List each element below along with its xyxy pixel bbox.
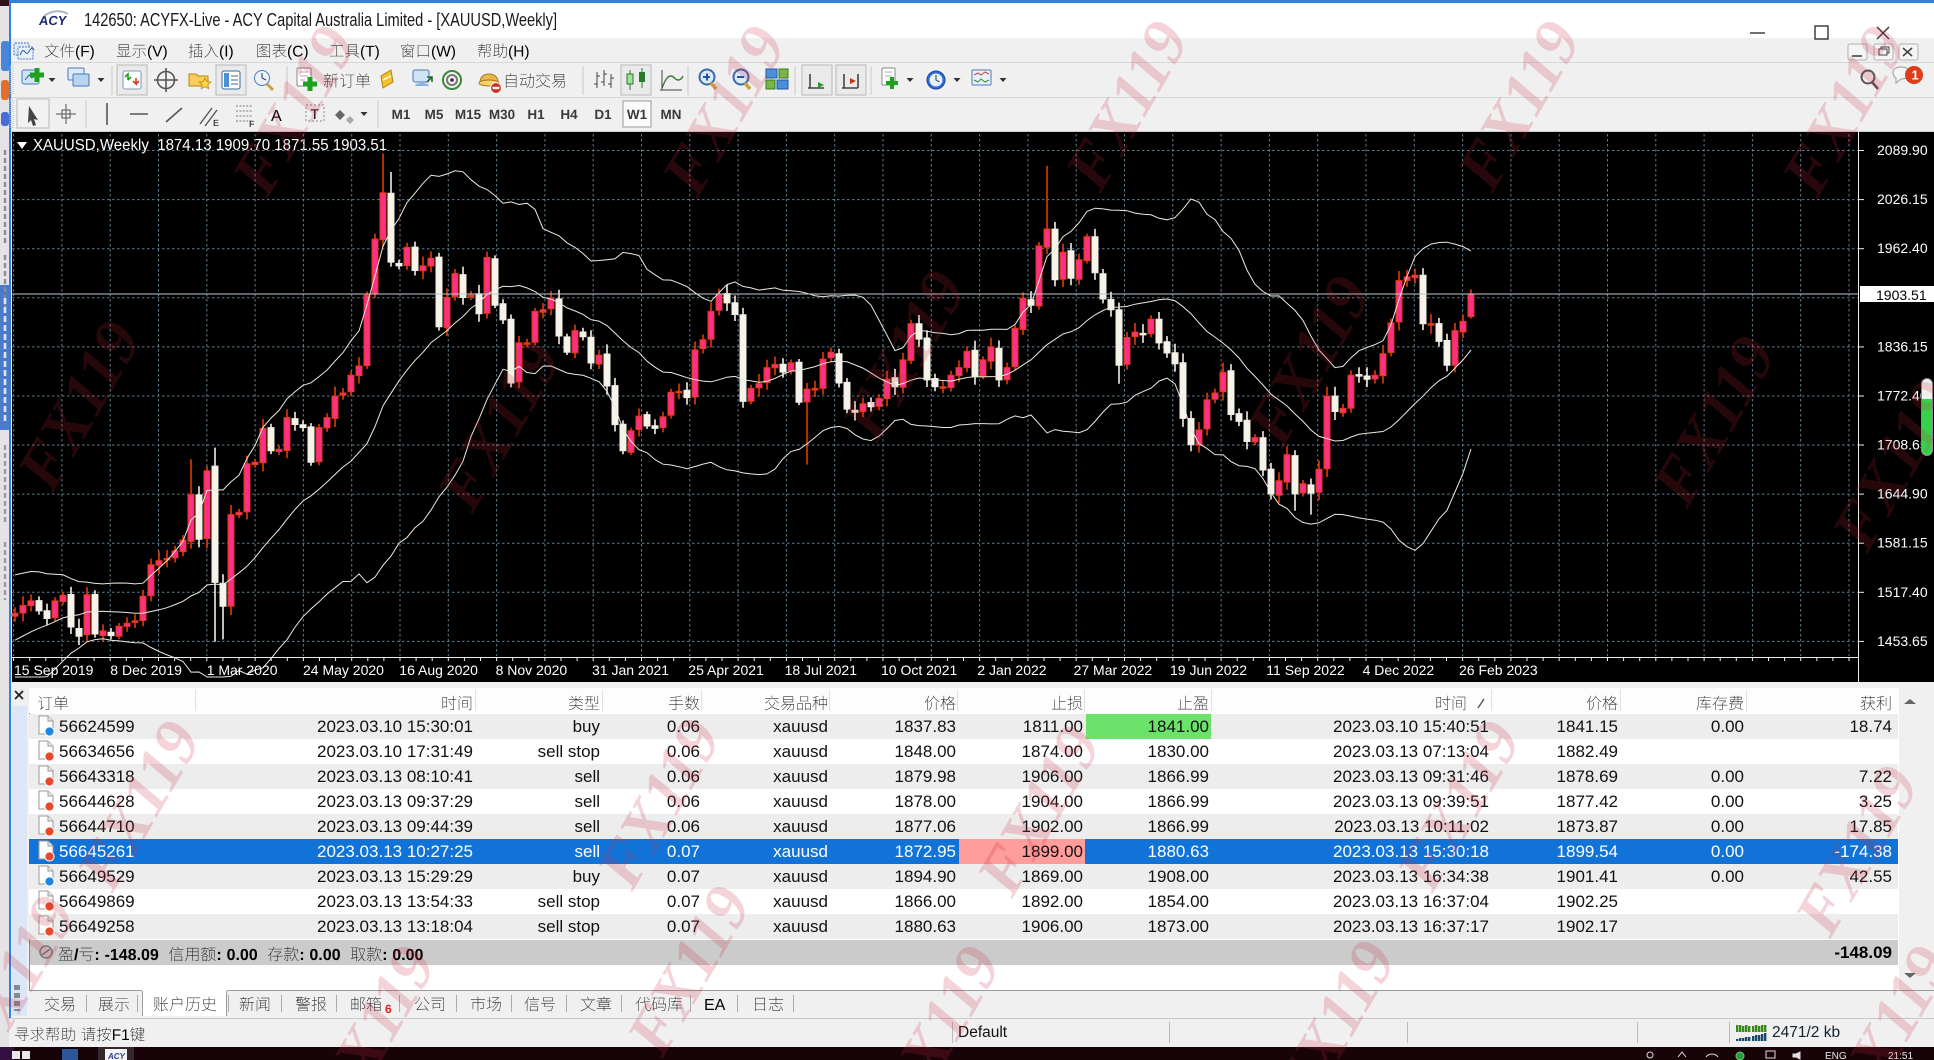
svg-text:2026.15: 2026.15 (1877, 191, 1928, 207)
svg-text:1581.15: 1581.15 (1877, 535, 1928, 551)
svg-text:8 Dec 2019: 8 Dec 2019 (110, 662, 182, 678)
svg-text:2089.90: 2089.90 (1877, 142, 1928, 158)
svg-text:1453.65: 1453.65 (1877, 633, 1928, 649)
svg-text:24 May 2020: 24 May 2020 (303, 662, 384, 678)
svg-text:15 Sep 2019: 15 Sep 2019 (14, 662, 94, 678)
svg-text:19 Jun 2022: 19 Jun 2022 (1170, 662, 1247, 678)
svg-text:31 Jan 2021: 31 Jan 2021 (592, 662, 669, 678)
svg-text:1836.15: 1836.15 (1877, 338, 1928, 354)
svg-text:2 Jan 2022: 2 Jan 2022 (977, 662, 1046, 678)
svg-text:1 Mar 2020: 1 Mar 2020 (207, 662, 278, 678)
svg-text:25 Apr 2021: 25 Apr 2021 (688, 662, 764, 678)
svg-text:10 Oct 2021: 10 Oct 2021 (881, 662, 957, 678)
svg-text:1962.40: 1962.40 (1877, 240, 1928, 256)
svg-text:8 Nov 2020: 8 Nov 2020 (496, 662, 568, 678)
svg-text:4 Dec 2022: 4 Dec 2022 (1363, 662, 1435, 678)
svg-text:11 Sep 2022: 11 Sep 2022 (1266, 662, 1345, 678)
svg-text:1517.40: 1517.40 (1877, 584, 1928, 600)
svg-text:1644.90: 1644.90 (1877, 486, 1928, 502)
svg-text:16 Aug 2020: 16 Aug 2020 (399, 662, 478, 678)
svg-text:27 Mar 2022: 27 Mar 2022 (1074, 662, 1153, 678)
svg-text:18 Jul 2021: 18 Jul 2021 (785, 662, 858, 678)
svg-text:26 Feb 2023: 26 Feb 2023 (1459, 662, 1538, 678)
